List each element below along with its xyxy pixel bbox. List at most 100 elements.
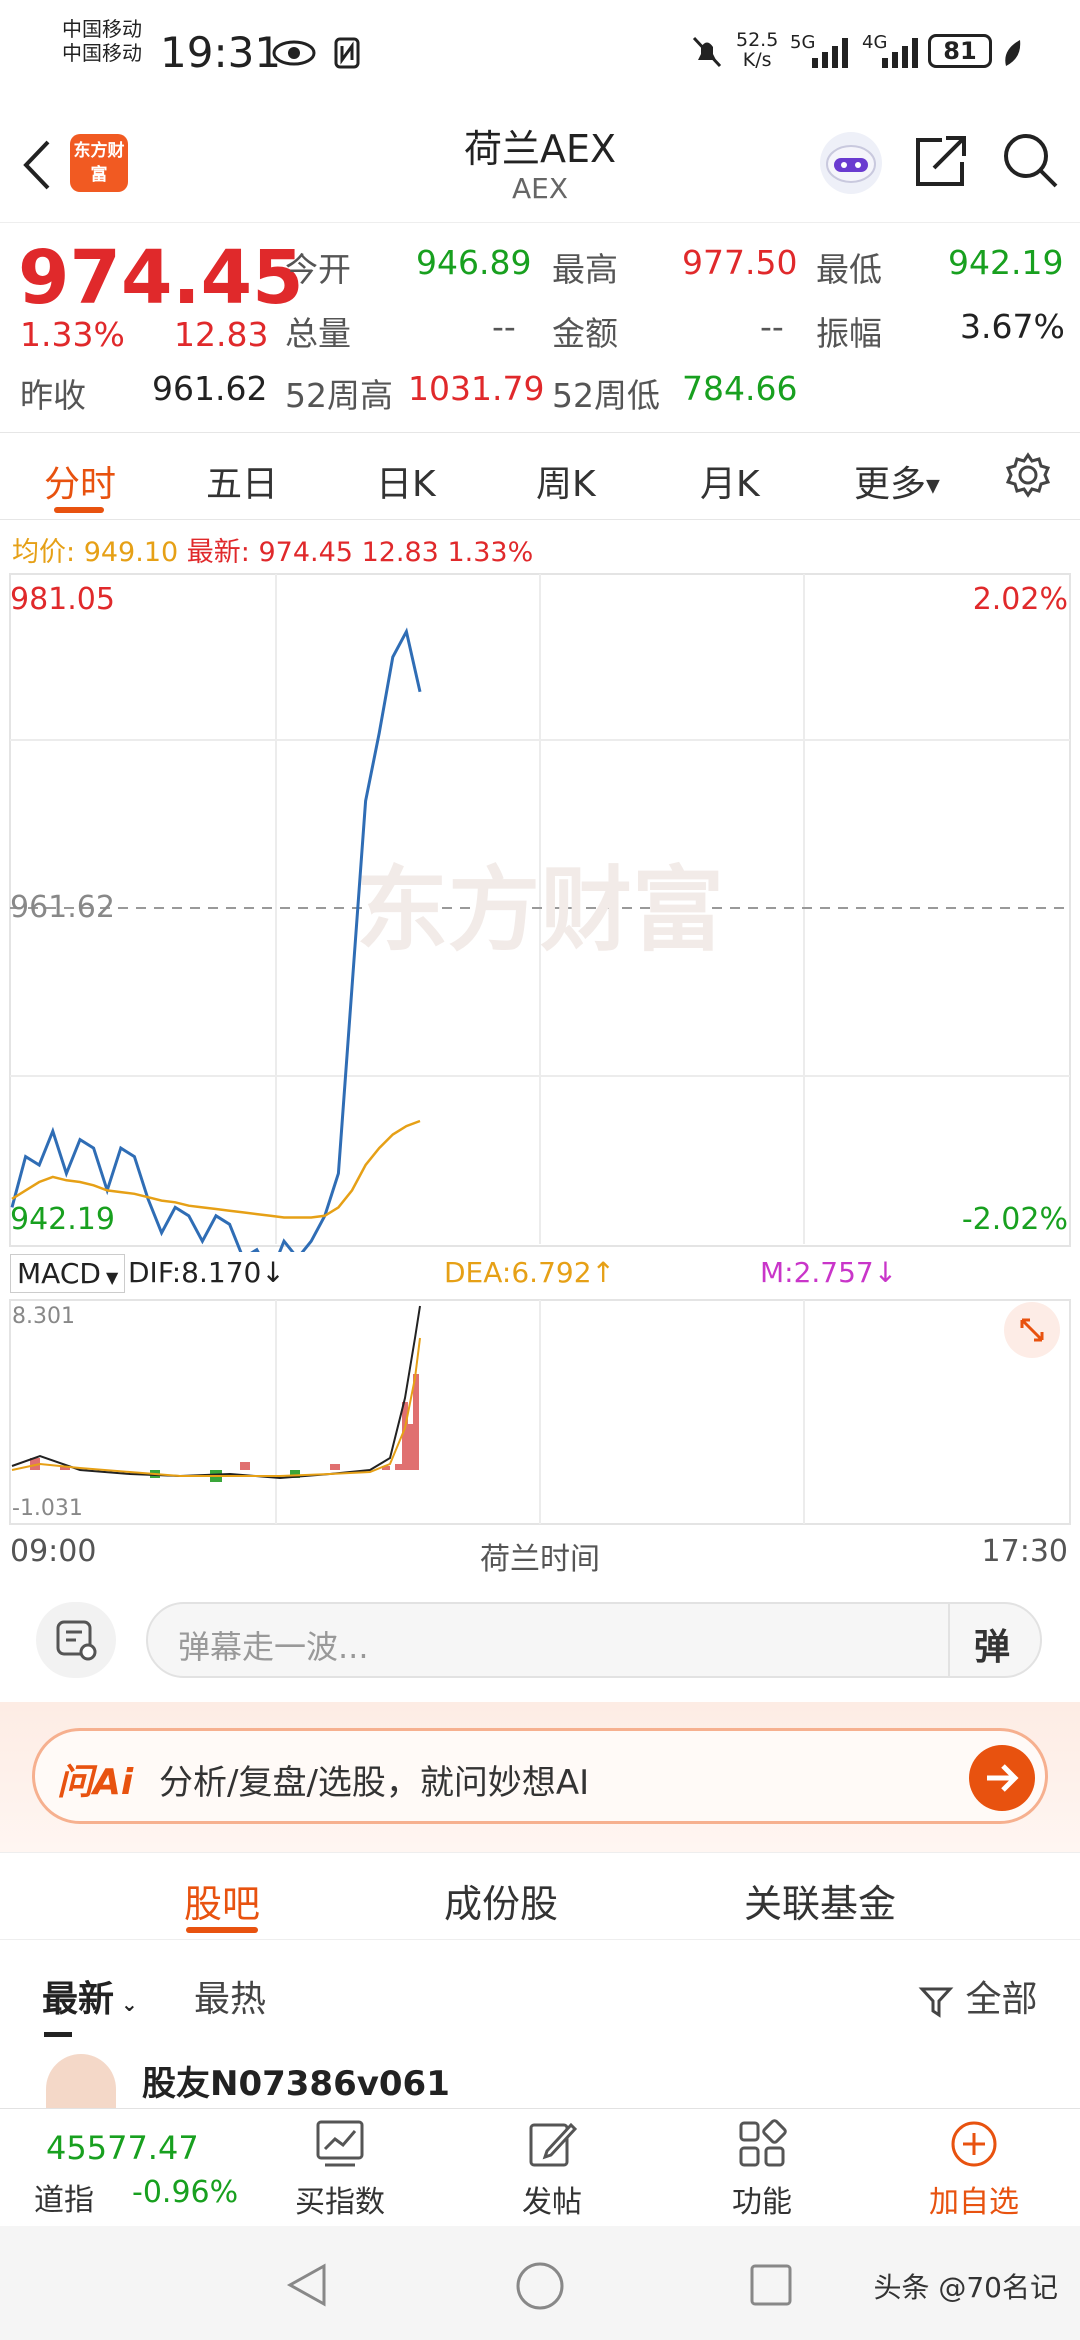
dow-index-value[interactable]: 45577.47 [46,2129,199,2167]
settings-gear-icon[interactable] [1004,451,1052,499]
dow-index-change: -0.96% [132,2175,239,2210]
danmu-placeholder: 弹幕走一波... [178,1628,369,1666]
filter-latest[interactable]: 最新 ⌄ [42,1970,138,2022]
y-bottom-label: 942.19 [10,1202,115,1237]
prev-close-label: 昨收 [20,376,86,415]
tab-related-funds[interactable]: 关联基金 [744,1873,896,1928]
nav-add-watchlist-label: 加自选 [929,2185,1019,2220]
grid-apps-icon [739,2119,787,2167]
tab-forum[interactable]: 股吧 [184,1873,260,1928]
tab-five-day[interactable]: 五日 [206,455,278,507]
net-speed-value: 52.5 [736,29,779,51]
chart-line-icon [316,2120,364,2167]
signal-5g-icon [812,38,848,68]
filter-all[interactable]: 全部 [918,1970,1037,2022]
system-home-icon[interactable] [514,2260,566,2312]
pct-bottom-label: -2.02% [961,1202,1068,1237]
tab-intraday[interactable]: 分时 [44,455,116,507]
post-username[interactable]: 股友N07386v061 [142,2056,450,2105]
tab-more-label: 更多 [854,464,927,505]
ai-assistant-input[interactable]: 问Ai 分析/复盘/选股，就问妙想AI [32,1728,1048,1824]
nav-functions-label: 功能 [732,2185,792,2220]
last-price: 974.45 [18,235,304,321]
bottom-navigation: 45577.47 道指 -0.96% 买指数 发帖 功能 加自选 [0,2108,1080,2226]
robot-avatar-icon[interactable] [818,130,884,196]
nav-buy-index-label: 买指数 [295,2185,385,2220]
system-back-icon[interactable] [282,2260,332,2310]
y-top-label: 981.05 [10,582,115,617]
avg-value: 949.10 [83,537,179,568]
corner-watermark: 头条 @70名记 [873,2271,1058,2304]
system-recents-icon[interactable] [746,2260,796,2310]
dea-value: DEA:6.792↑ [444,1256,615,1289]
macd-select[interactable]: MACD ▼ [10,1254,126,1293]
low-value: 942.19 [948,243,1064,282]
nav-buy-index[interactable]: 买指数 [270,2119,410,2221]
clock: 19:31 [160,28,282,77]
nav-post[interactable]: 发帖 [482,2119,622,2221]
chart-watermark: 东方财富 [356,857,724,964]
volume-label: 总量 [285,314,351,353]
tab-day-k[interactable]: 日K [376,455,436,507]
plus-circle-icon [951,2121,997,2167]
danmu-bar: 弹幕走一波... 弹 [0,1580,1080,1700]
system-navigation-bar: 头条 @70名记 [0,2226,1080,2340]
macd-header: MACD ▼ DIF:8.170↓ DEA:6.792↑ M:2.757↓ [10,1254,1070,1298]
amount-value: -- [760,307,784,346]
leaf-icon [1005,40,1021,66]
battery-indicator: 81 [928,34,992,68]
ai-prompt: 分析/复盘/选股，就问妙想AI [159,1763,590,1803]
latest-value: 974.45 [258,537,353,568]
high-value: 977.50 [682,243,798,282]
tab-month-k[interactable]: 月K [700,455,760,507]
danmu-settings-button[interactable] [36,1602,116,1678]
tab-more[interactable]: 更多▼ [854,455,940,507]
nav-post-label: 发帖 [522,2185,582,2220]
x-end-label: 17:30 [981,1534,1068,1569]
filter-hot[interactable]: 最热 [194,1970,266,2022]
latest-change: 12.83 [361,537,439,568]
mute-bell-icon [692,36,722,68]
chevron-down-icon: ▼ [100,1268,119,1287]
share-icon[interactable] [912,132,970,190]
dow-index-name: 道指 [34,2183,94,2218]
chart-period-tabs: 分时 五日 日K 周K 月K 更多▼ [0,432,1080,520]
nav-add-watchlist[interactable]: 加自选 [904,2119,1044,2221]
low-label: 最低 [816,250,882,289]
eye-nfc-icons [272,37,360,69]
nav-functions[interactable]: 功能 [692,2119,832,2221]
amplitude-value: 3.67% [960,307,1065,346]
wk52-low-value: 784.66 [682,369,798,408]
macd-bottom-label: -1.031 [12,1496,83,1521]
carrier-1: 中国移动 [62,17,142,41]
avg-label: 均价: [12,537,76,568]
wk52-high-label: 52周高 [285,376,393,415]
active-tab-underline [54,507,104,513]
arrow-right-icon [987,1764,1019,1792]
dif-value: DIF:8.170↓ [128,1256,285,1289]
quote-panel: 974.45 1.33% 12.83 今开 946.89 最高 977.50 最… [0,222,1080,432]
chart-canvas: 东方财富 [9,573,1071,1252]
prev-close-value: 961.62 [152,369,268,408]
open-value: 946.89 [416,243,532,282]
amplitude-label: 振幅 [816,314,882,353]
ai-go-button[interactable] [969,1745,1035,1811]
danmu-input[interactable]: 弹幕走一波... 弹 [146,1602,1042,1678]
danmu-toggle-button[interactable]: 弹 [974,1618,1010,1670]
ai-logo: 问Ai [57,1762,134,1803]
macd-top-label: 8.301 [12,1304,75,1329]
tab-constituents[interactable]: 成份股 [444,1873,558,1928]
tab-week-k[interactable]: 周K [536,455,596,507]
post-item[interactable]: 股友N07386v061 [0,2050,1080,2108]
intraday-chart[interactable]: 东方财富 981.05 961.62 942.19 2.02% -2.02% [0,572,1080,1252]
macd-chart: 8.301 -1.031 [0,1298,1080,1526]
wk52-low-label: 52周低 [552,376,660,415]
volume-value: -- [492,307,516,346]
pct-top-label: 2.02% [972,582,1068,617]
header: 东方财富 荷兰AEX AEX [0,104,1080,220]
signal-4g-icon [882,38,918,68]
filter-funnel-icon [918,1987,954,2018]
search-icon[interactable] [1000,130,1060,190]
ai-assistant-banner: 问Ai 分析/复盘/选股，就问妙想AI [0,1702,1080,1852]
filter-latest-label: 最新 [42,1979,115,2020]
